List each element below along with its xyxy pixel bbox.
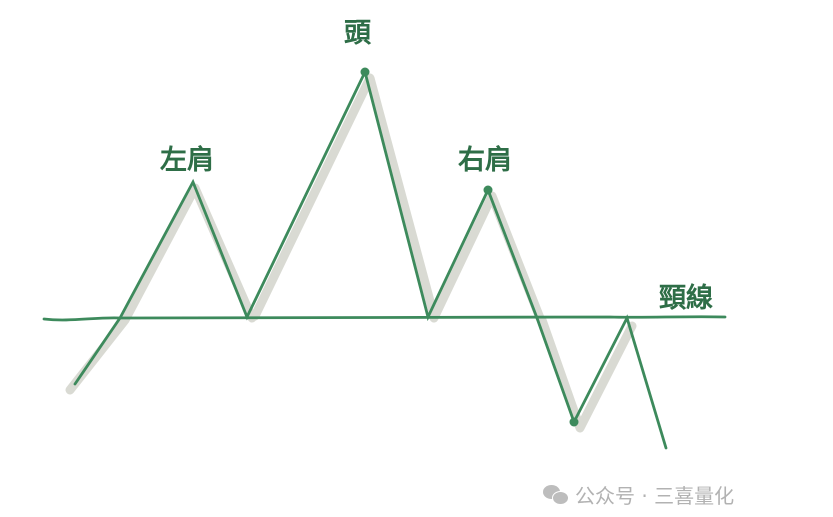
watermark: 公众号 · 三喜量化 — [543, 480, 734, 509]
shadow-right-shoulder — [429, 191, 545, 323]
wechat-icon — [543, 484, 569, 506]
head-peak-dot — [360, 67, 370, 77]
diagram-stage: 頭 左肩 右肩 頸線 公众号 · 三喜量化 — [0, 0, 833, 517]
watermark-text: 公众号 · 三喜量化 — [575, 484, 735, 508]
head-and-shoulders-diagram — [42, 67, 727, 450]
right-shoulder-peak-dot — [483, 185, 493, 195]
left-shoulder-label: 左肩 — [160, 145, 214, 176]
neckline-label: 頸線 — [659, 283, 713, 314]
shadow-left-shoulder — [65, 183, 257, 395]
neckline-line — [42, 315, 727, 322]
trough-dot — [569, 417, 579, 427]
right-shoulder-label: 右肩 — [458, 145, 512, 176]
price-path — [73, 67, 668, 450]
head-label: 頭 — [344, 18, 371, 49]
